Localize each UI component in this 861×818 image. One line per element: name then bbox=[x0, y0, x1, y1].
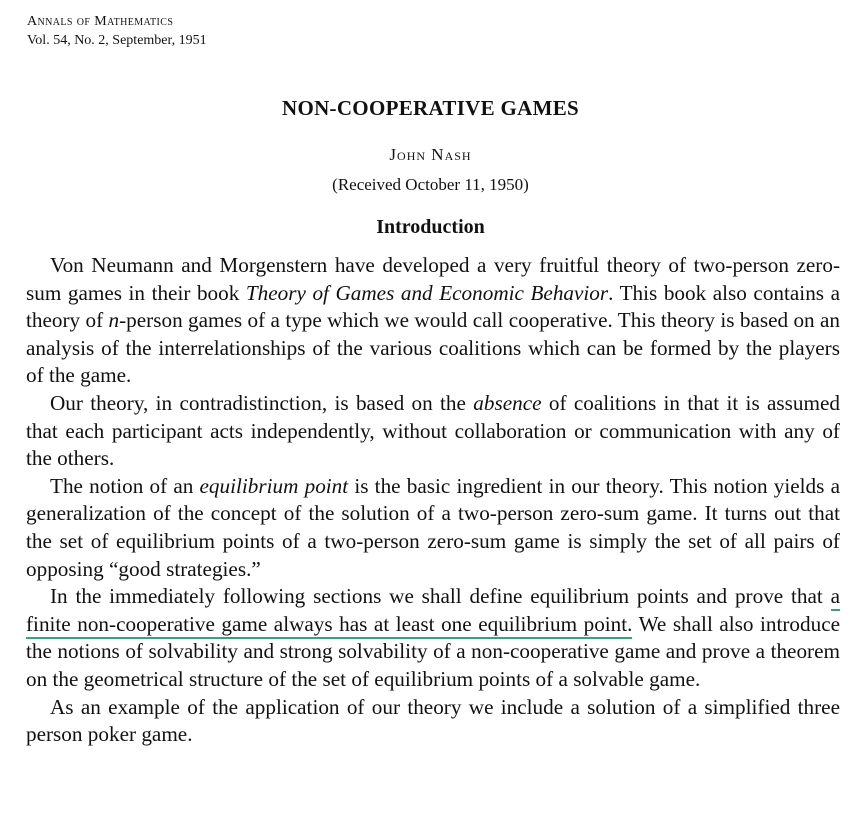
book-title: Theory of Games and Economic Behavior bbox=[245, 280, 609, 305]
paragraph-5: As an example of the application of our … bbox=[26, 694, 840, 749]
p3-text-a: The notion of an bbox=[50, 473, 200, 498]
absence-emphasis: absence bbox=[473, 390, 542, 415]
highlighted-claim-part-2: point. bbox=[583, 611, 633, 636]
received-date: (Received October 11, 1950) bbox=[332, 175, 529, 194]
paragraph-1: Von Neumann and Morgenstern have develop… bbox=[26, 252, 840, 390]
equilibrium-point-term: equilibrium point bbox=[199, 473, 349, 498]
journal-header: Annals of Mathematics Vol. 54, No. 2, Se… bbox=[27, 12, 207, 50]
paper-author: John Nash bbox=[389, 145, 472, 164]
p5-text-a: As an example of the application of our … bbox=[26, 694, 840, 747]
journal-name: Annals of Mathematics bbox=[27, 14, 174, 29]
p4-text-a: In the immediately following sections we… bbox=[50, 584, 831, 609]
paper-title: NON-COOPERATIVE GAMES bbox=[281, 96, 579, 120]
paragraph-2: Our theory, in contradistinction, is bas… bbox=[26, 390, 840, 473]
section-title: Introduction bbox=[376, 216, 485, 238]
paragraph-4: In the immediately following sections we… bbox=[26, 583, 840, 693]
journal-issue: Vol. 54, No. 2, September, 1951 bbox=[27, 33, 207, 48]
n-variable: n bbox=[108, 308, 120, 333]
paragraph-3: The notion of an equilibrium point is th… bbox=[26, 473, 840, 583]
p1-text-c: -person games of a type which we would c… bbox=[26, 308, 841, 388]
body-text: Von Neumann and Morgenstern have develop… bbox=[26, 252, 840, 749]
p2-text-a: Our theory, in contradistinction, is bas… bbox=[50, 390, 474, 415]
